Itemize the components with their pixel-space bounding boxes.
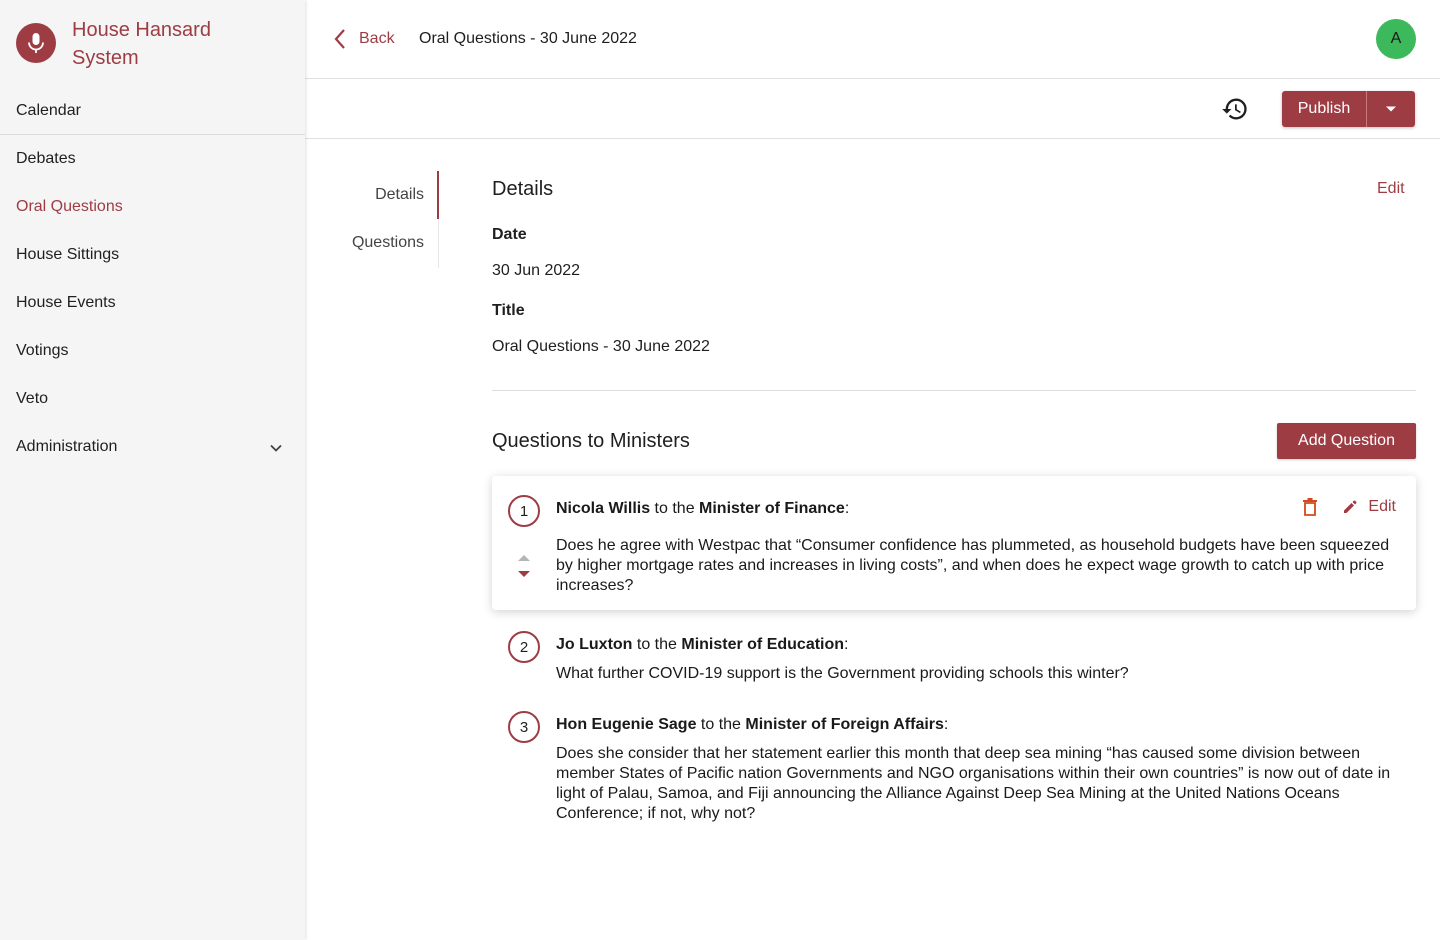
question-card[interactable]: 1 Nicola Willis to the Minister of Finan… [492, 476, 1416, 610]
pencil-icon [1344, 500, 1357, 513]
section-tabs: Details Questions [336, 171, 439, 268]
nav-item-house-sittings[interactable]: House Sittings [16, 245, 119, 265]
question-number: 3 [508, 711, 540, 743]
caret-down-icon [1386, 106, 1396, 112]
question-edit-button[interactable]: Edit [1342, 498, 1396, 516]
title-label: Title [492, 302, 525, 319]
publish-split-button: Publish [1282, 91, 1415, 127]
publish-button[interactable]: Publish [1282, 91, 1366, 127]
question-connector: to the [696, 716, 746, 733]
move-down-icon [518, 571, 530, 577]
question-minister: Minister of Education [681, 636, 845, 653]
question-number: 2 [508, 631, 540, 663]
questions-heading: Questions to Ministers [492, 430, 690, 452]
question-member: Hon Eugenie Sage [556, 716, 697, 733]
nav-divider [0, 134, 305, 135]
question-text: Does he agree with Westpac that “Consume… [556, 537, 1390, 594]
chevron-down-icon[interactable] [268, 440, 284, 456]
back-label: Back [359, 30, 395, 47]
top-bar: Back Oral Questions - 30 June 2022 A [305, 0, 1440, 79]
nav-item-oral-questions[interactable]: Oral Questions [16, 197, 123, 217]
question-edit-label: Edit [1368, 498, 1396, 515]
brand[interactable]: House Hansard System [16, 16, 252, 72]
question-member: Jo Luxton [556, 636, 633, 653]
section-divider [492, 390, 1416, 391]
question-connector: to the [632, 636, 682, 653]
delete-button[interactable] [1302, 498, 1318, 516]
publish-dropdown-button[interactable] [1367, 91, 1415, 127]
question-connector: to the [650, 500, 700, 517]
tab-details[interactable]: Details [375, 186, 424, 204]
nav-item-votings[interactable]: Votings [16, 341, 68, 361]
move-up-icon [518, 555, 530, 561]
question-number: 1 [508, 495, 540, 527]
app-name: House Hansard System [72, 19, 211, 69]
details-edit-button[interactable]: Edit [1377, 180, 1405, 198]
reorder-handle[interactable] [516, 553, 532, 581]
back-button[interactable]: Back [333, 28, 395, 50]
page-title: Oral Questions - 30 June 2022 [419, 30, 637, 47]
date-label: Date [492, 226, 527, 243]
microphone-icon [16, 23, 56, 63]
question-header[interactable]: Jo Luxton to the Minister of Education: [556, 636, 848, 654]
question-member: Nicola Willis [556, 500, 651, 517]
title-value: Oral Questions - 30 June 2022 [492, 338, 710, 355]
nav-item-veto[interactable]: Veto [16, 389, 48, 409]
question-header: Nicola Willis to the Minister of Finance… [556, 500, 850, 517]
sidebar: House Hansard System Calendar Debates Or… [0, 0, 305, 940]
action-bar: Publish [305, 79, 1440, 139]
question-header[interactable]: Hon Eugenie Sage to the Minister of Fore… [556, 716, 948, 734]
question-minister: Minister of Finance [699, 500, 845, 517]
question-text: What further COVID-19 support is the Gov… [556, 665, 1129, 682]
add-question-button[interactable]: Add Question [1277, 423, 1416, 459]
active-tab-indicator [437, 171, 439, 219]
question-minister: Minister of Foreign Affairs [745, 716, 944, 733]
history-button[interactable] [1219, 93, 1251, 125]
nav-item-house-events[interactable]: House Events [16, 293, 116, 313]
tab-questions[interactable]: Questions [352, 234, 424, 252]
nav-item-calendar[interactable]: Calendar [16, 101, 81, 121]
trash-icon [1303, 498, 1318, 516]
chevron-left-icon [334, 29, 345, 49]
avatar[interactable]: A [1376, 19, 1416, 59]
card-actions: Edit [1302, 498, 1396, 516]
history-icon [1222, 98, 1247, 120]
question-text: Does she consider that her statement ear… [556, 745, 1391, 822]
date-value: 30 Jun 2022 [492, 262, 581, 279]
details-heading: Details [492, 178, 554, 200]
nav-item-administration[interactable]: Administration [16, 437, 117, 457]
nav-item-debates[interactable]: Debates [16, 149, 76, 169]
